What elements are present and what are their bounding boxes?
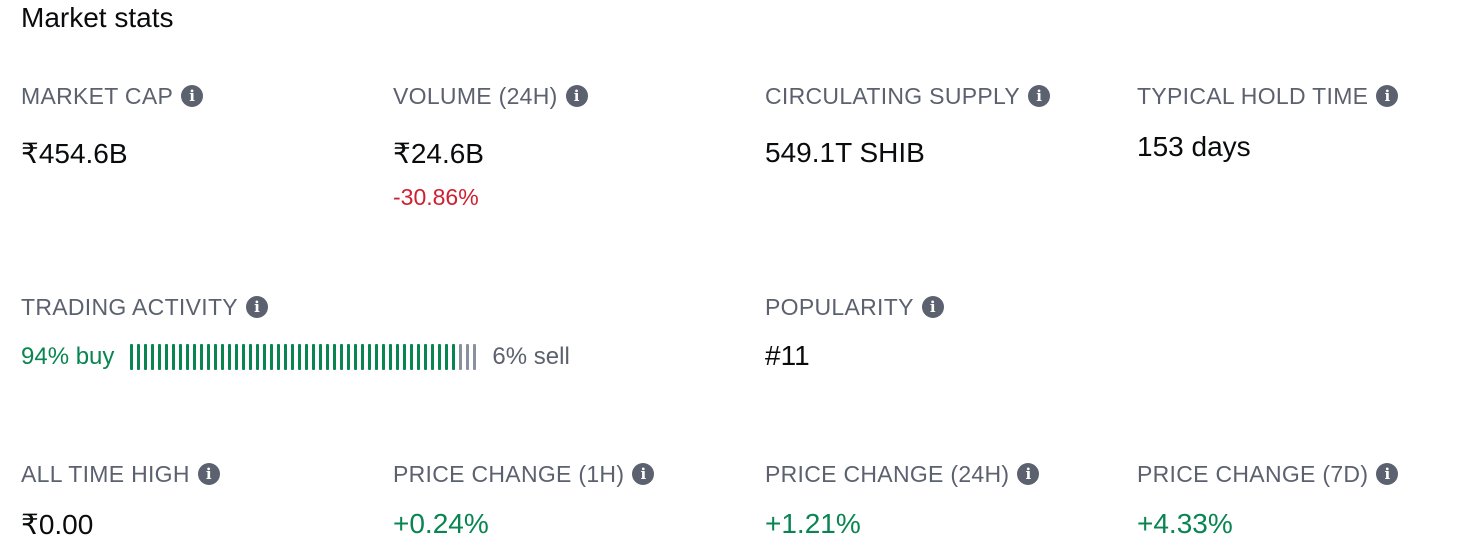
activity-bar-buy: [368, 344, 372, 370]
activity-bar-buy: [298, 344, 302, 370]
stat-label: TRADING ACTIVITY: [21, 293, 238, 320]
stat-all-time-high: ALL TIME HIGH i ₹0.00: [21, 459, 220, 541]
stat-label: ALL TIME HIGH: [21, 460, 190, 487]
activity-bar-buy: [319, 344, 323, 370]
stat-value: +1.21%: [765, 508, 861, 539]
activity-bar-buy: [186, 344, 190, 370]
stat-value: +4.33%: [1137, 508, 1233, 539]
activity-bar-buy: [389, 344, 393, 370]
info-icon[interactable]: i: [181, 85, 204, 107]
stat-value: ₹0.00: [21, 509, 94, 540]
activity-bar-buy: [221, 344, 225, 370]
stat-price-change-24h: PRICE CHANGE (24H) i +1.21%: [765, 459, 1040, 540]
activity-bar-buy: [130, 344, 134, 370]
info-icon[interactable]: i: [1376, 463, 1399, 485]
activity-bar-buy: [417, 344, 421, 370]
activity-bar-buy: [312, 344, 316, 370]
volume-change: -30.86%: [393, 184, 479, 210]
activity-bar-buy: [144, 344, 148, 370]
activity-bar-buy: [200, 344, 204, 370]
stat-trading-activity: TRADING ACTIVITY i: [21, 292, 268, 322]
section-title: Market stats: [21, 2, 174, 33]
activity-bar-buy: [333, 344, 337, 370]
activity-bar-track: [130, 344, 477, 370]
stat-popularity: POPULARITY i #11: [765, 292, 944, 372]
stat-typical-hold-time: TYPICAL HOLD TIME i 153 days: [1137, 81, 1399, 163]
activity-bar-buy: [354, 344, 358, 370]
activity-bar-buy: [382, 344, 386, 370]
trading-activity-meter: 94% buy 6% sell: [21, 338, 570, 376]
info-icon[interactable]: i: [245, 296, 268, 318]
info-icon[interactable]: i: [1376, 85, 1399, 107]
activity-bar-buy: [340, 344, 344, 370]
stat-label: POPULARITY: [765, 293, 914, 320]
activity-bar-buy: [375, 344, 379, 370]
stat-label: MARKET CAP: [21, 82, 174, 109]
activity-bar-buy: [431, 344, 435, 370]
info-icon[interactable]: i: [565, 85, 588, 107]
stat-label: VOLUME (24H): [393, 82, 558, 109]
activity-bar-buy: [403, 344, 407, 370]
stat-value: ₹24.6B: [393, 138, 484, 169]
activity-bar-buy: [256, 344, 260, 370]
stat-value: 153 days: [1137, 131, 1251, 162]
stat-label: PRICE CHANGE (7D): [1137, 460, 1369, 487]
activity-bar-buy: [151, 344, 155, 370]
stat-volume: VOLUME (24H) i ₹24.6B -30.86%: [393, 81, 588, 211]
activity-bar-buy: [158, 344, 162, 370]
activity-bar-buy: [165, 344, 169, 370]
sell-percentage: 6% sell: [492, 343, 570, 370]
activity-bar-buy: [284, 344, 288, 370]
stat-value: ₹454.6B: [21, 138, 128, 169]
activity-bar-buy: [277, 344, 281, 370]
activity-bar-buy: [438, 344, 442, 370]
activity-bar-buy: [452, 344, 456, 370]
activity-bar-buy: [179, 344, 183, 370]
stat-market-cap: MARKET CAP i ₹454.6B: [21, 81, 204, 170]
info-icon[interactable]: i: [1017, 463, 1040, 485]
info-icon[interactable]: i: [632, 463, 655, 485]
activity-bar-buy: [214, 344, 218, 370]
activity-bar-buy: [326, 344, 330, 370]
activity-bar-buy: [263, 344, 267, 370]
activity-bar-buy: [270, 344, 274, 370]
info-icon[interactable]: i: [1028, 85, 1051, 107]
activity-bar-buy: [228, 344, 232, 370]
activity-bar-buy: [291, 344, 295, 370]
activity-bar-buy: [410, 344, 414, 370]
activity-bar-buy: [305, 344, 309, 370]
activity-bar-buy: [242, 344, 246, 370]
stat-value: 549.1T SHIB: [765, 137, 925, 168]
activity-bar-buy: [193, 344, 197, 370]
stat-label: TYPICAL HOLD TIME: [1137, 82, 1369, 109]
activity-bar-buy: [249, 344, 253, 370]
activity-bar-buy: [361, 344, 365, 370]
info-icon[interactable]: i: [921, 296, 944, 318]
activity-bar-sell: [459, 344, 463, 370]
stat-label: CIRCULATING SUPPLY: [765, 82, 1021, 109]
activity-bar-buy: [137, 344, 141, 370]
activity-bar-buy: [445, 344, 449, 370]
activity-bar-buy: [235, 344, 239, 370]
info-icon[interactable]: i: [197, 463, 220, 485]
stat-value: +0.24%: [393, 508, 489, 539]
stat-label: PRICE CHANGE (1H): [393, 460, 625, 487]
activity-bar-buy: [172, 344, 176, 370]
activity-bar-buy: [396, 344, 400, 370]
stat-price-change-1h: PRICE CHANGE (1H) i +0.24%: [393, 459, 655, 540]
activity-bar-buy: [424, 344, 428, 370]
activity-bar-sell: [473, 344, 477, 370]
buy-percentage: 94% buy: [21, 343, 115, 370]
activity-bar-sell: [466, 344, 470, 370]
stat-label: PRICE CHANGE (24H): [765, 460, 1010, 487]
activity-bar-buy: [207, 344, 211, 370]
activity-bar-buy: [347, 344, 351, 370]
stat-price-change-7d: PRICE CHANGE (7D) i +4.33%: [1137, 459, 1399, 540]
stat-circulating-supply: CIRCULATING SUPPLY i 549.1T SHIB: [765, 81, 1051, 169]
stat-value: #11: [765, 340, 810, 371]
